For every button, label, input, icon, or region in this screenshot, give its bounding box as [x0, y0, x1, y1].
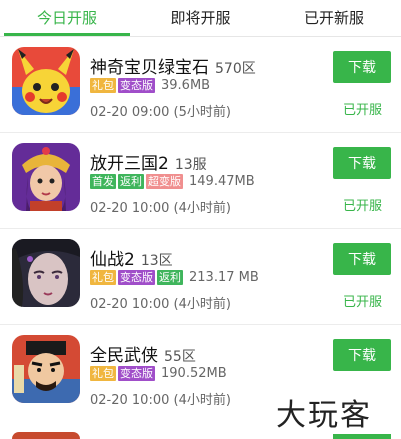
download-button[interactable]: 下载	[333, 51, 391, 83]
active-tab-indicator	[4, 33, 130, 36]
download-button[interactable]: 下载	[333, 243, 391, 275]
xian-warrior-face-icon[interactable]	[12, 239, 80, 307]
download-button[interactable]: 下载	[333, 147, 391, 179]
tag-badge: 返利	[157, 270, 183, 285]
pikachu-game-icon[interactable]	[12, 47, 80, 115]
tab-today-open[interactable]: 今日开服	[0, 0, 134, 36]
download-button-partial[interactable]	[333, 434, 391, 439]
opened-status: 已开服	[343, 199, 383, 214]
tag-badge: 礼包	[90, 366, 116, 381]
tag-badge: 变态版	[118, 78, 155, 93]
tag-row: 礼包 变态版 39.6MB	[90, 78, 210, 94]
tag-row: 礼包 变态版 返利 213.17 MB	[90, 270, 259, 286]
game-title[interactable]: 神奇宝贝绿宝石 570区	[90, 53, 256, 78]
tag-badge: 返利	[118, 174, 144, 189]
list-item[interactable]: 放开三国2 13服 首发 返利 超变版 149.47MB 02-20 10:00 (4小…	[0, 133, 401, 229]
open-time: 02-20 10:00 (4小时前)	[90, 393, 231, 408]
game-title[interactable]: 放开三国2 13服	[90, 149, 207, 174]
tab-bar: 今日开服 即将开服 已开新服	[0, 0, 401, 37]
watermark-logo: 大玩客	[276, 398, 372, 433]
tag-row: 礼包 变态版 190.52MB	[90, 366, 227, 382]
list-item[interactable]: 仙战2 13区 礼包 变态版 返利 213.17 MB 02-20 10:00 (4小时…	[0, 229, 401, 325]
tag-badge: 首发	[90, 174, 116, 189]
open-time: 02-20 10:00 (4小时前)	[90, 297, 231, 312]
wuxia-hero-icon[interactable]	[12, 335, 80, 403]
tag-badge: 礼包	[90, 270, 116, 285]
opened-status: 已开服	[343, 103, 383, 118]
tag-badge: 变态版	[118, 366, 155, 381]
open-time: 02-20 10:00 (4小时前)	[90, 201, 231, 216]
list-item[interactable]: 神奇宝贝绿宝石 570区 礼包 变态版 39.6MB 02-20 09:00 (5小时…	[0, 37, 401, 133]
download-button[interactable]: 下载	[333, 339, 391, 371]
server-label: 13服	[174, 157, 207, 173]
game-title[interactable]: 全民武侠 55区	[90, 341, 196, 366]
server-label: 570区	[215, 61, 256, 77]
file-size: 190.52MB	[161, 366, 227, 381]
open-time: 02-20 09:00 (5小时前)	[90, 105, 231, 120]
opened-status: 已开服	[343, 295, 383, 310]
three-kingdoms-warrior-icon[interactable]	[12, 143, 80, 211]
server-label: 55区	[164, 349, 196, 365]
tab-opened-new[interactable]: 已开新服	[267, 0, 401, 36]
file-size: 39.6MB	[161, 78, 211, 93]
file-size: 149.47MB	[189, 174, 255, 189]
tag-badge: 变态版	[118, 270, 155, 285]
file-size: 213.17 MB	[189, 270, 259, 285]
tab-upcoming-open[interactable]: 即将开服	[134, 0, 267, 36]
tag-row: 首发 返利 超变版 149.47MB	[90, 174, 255, 190]
tag-badge: 超变版	[146, 174, 183, 189]
tag-badge: 礼包	[90, 78, 116, 93]
game-title[interactable]: 仙战2 13区	[90, 245, 173, 270]
game-icon-partial	[12, 432, 80, 439]
server-label: 13区	[140, 253, 173, 269]
